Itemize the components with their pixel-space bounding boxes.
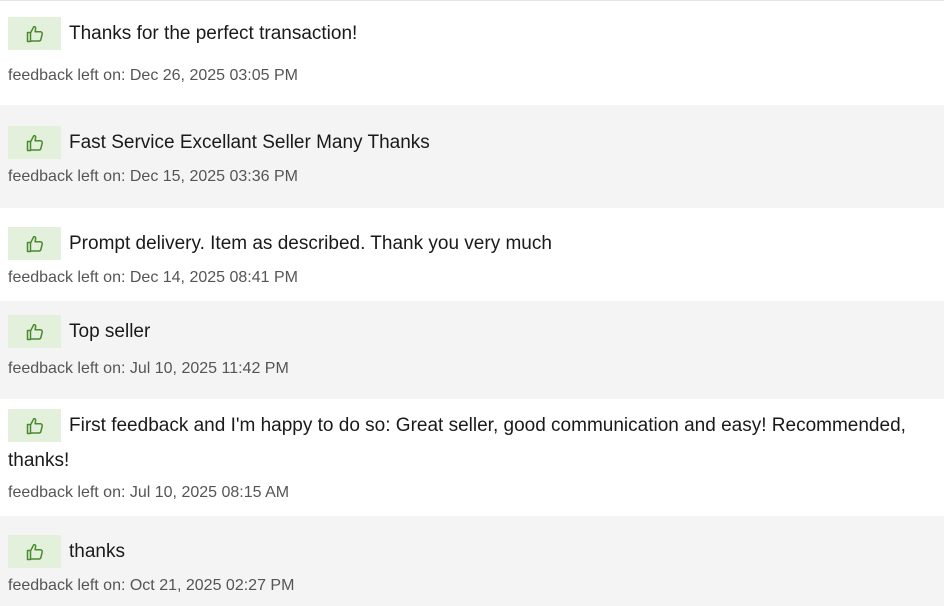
feedback-item: Top seller feedback left on: Jul 10, 202… xyxy=(0,301,944,399)
thumbs-up-icon xyxy=(8,17,61,50)
feedback-date: feedback left on: Dec 15, 2025 03:36 PM xyxy=(8,168,298,185)
feedback-header: Top seller xyxy=(8,315,150,348)
feedback-date: feedback left on: Dec 26, 2025 03:05 PM xyxy=(8,67,298,84)
feedback-item: thanks feedback left on: Oct 21, 2025 02… xyxy=(0,516,944,606)
thumbs-up-icon xyxy=(8,535,61,568)
feedback-comment: thanks xyxy=(69,540,125,562)
feedback-item: Thanks for the perfect transaction! feed… xyxy=(0,1,944,105)
feedback-comment: Top seller xyxy=(69,320,151,342)
feedback-list: Thanks for the perfect transaction! feed… xyxy=(0,0,944,606)
feedback-date: feedback left on: Oct 21, 2025 02:27 PM xyxy=(8,577,295,594)
feedback-header: Prompt delivery. Item as described. Than… xyxy=(8,227,552,260)
feedback-item: Fast Service Excellant Seller Many Thank… xyxy=(0,105,944,208)
feedback-date: feedback left on: Dec 14, 2025 08:41 PM xyxy=(8,269,298,286)
feedback-comment: Prompt delivery. Item as described. Than… xyxy=(69,232,552,254)
feedback-comment: Fast Service Excellant Seller Many Thank… xyxy=(69,131,430,153)
feedback-header: Fast Service Excellant Seller Many Thank… xyxy=(8,126,430,159)
thumbs-up-icon xyxy=(8,126,61,159)
thumbs-up-icon xyxy=(8,227,61,260)
feedback-date: feedback left on: Jul 10, 2025 08:15 AM xyxy=(8,484,290,501)
feedback-date: feedback left on: Jul 10, 2025 11:42 PM xyxy=(8,360,289,377)
feedback-comment: First feedback and I'm happy to do so: G… xyxy=(8,415,906,471)
feedback-header: thanks xyxy=(8,535,125,568)
thumbs-up-icon xyxy=(8,315,61,348)
feedback-item: Prompt delivery. Item as described. Than… xyxy=(0,208,944,301)
feedback-header: Thanks for the perfect transaction! xyxy=(8,17,357,50)
feedback-item: First feedback and I'm happy to do so: G… xyxy=(0,399,944,516)
feedback-comment: Thanks for the perfect transaction! xyxy=(69,22,358,44)
